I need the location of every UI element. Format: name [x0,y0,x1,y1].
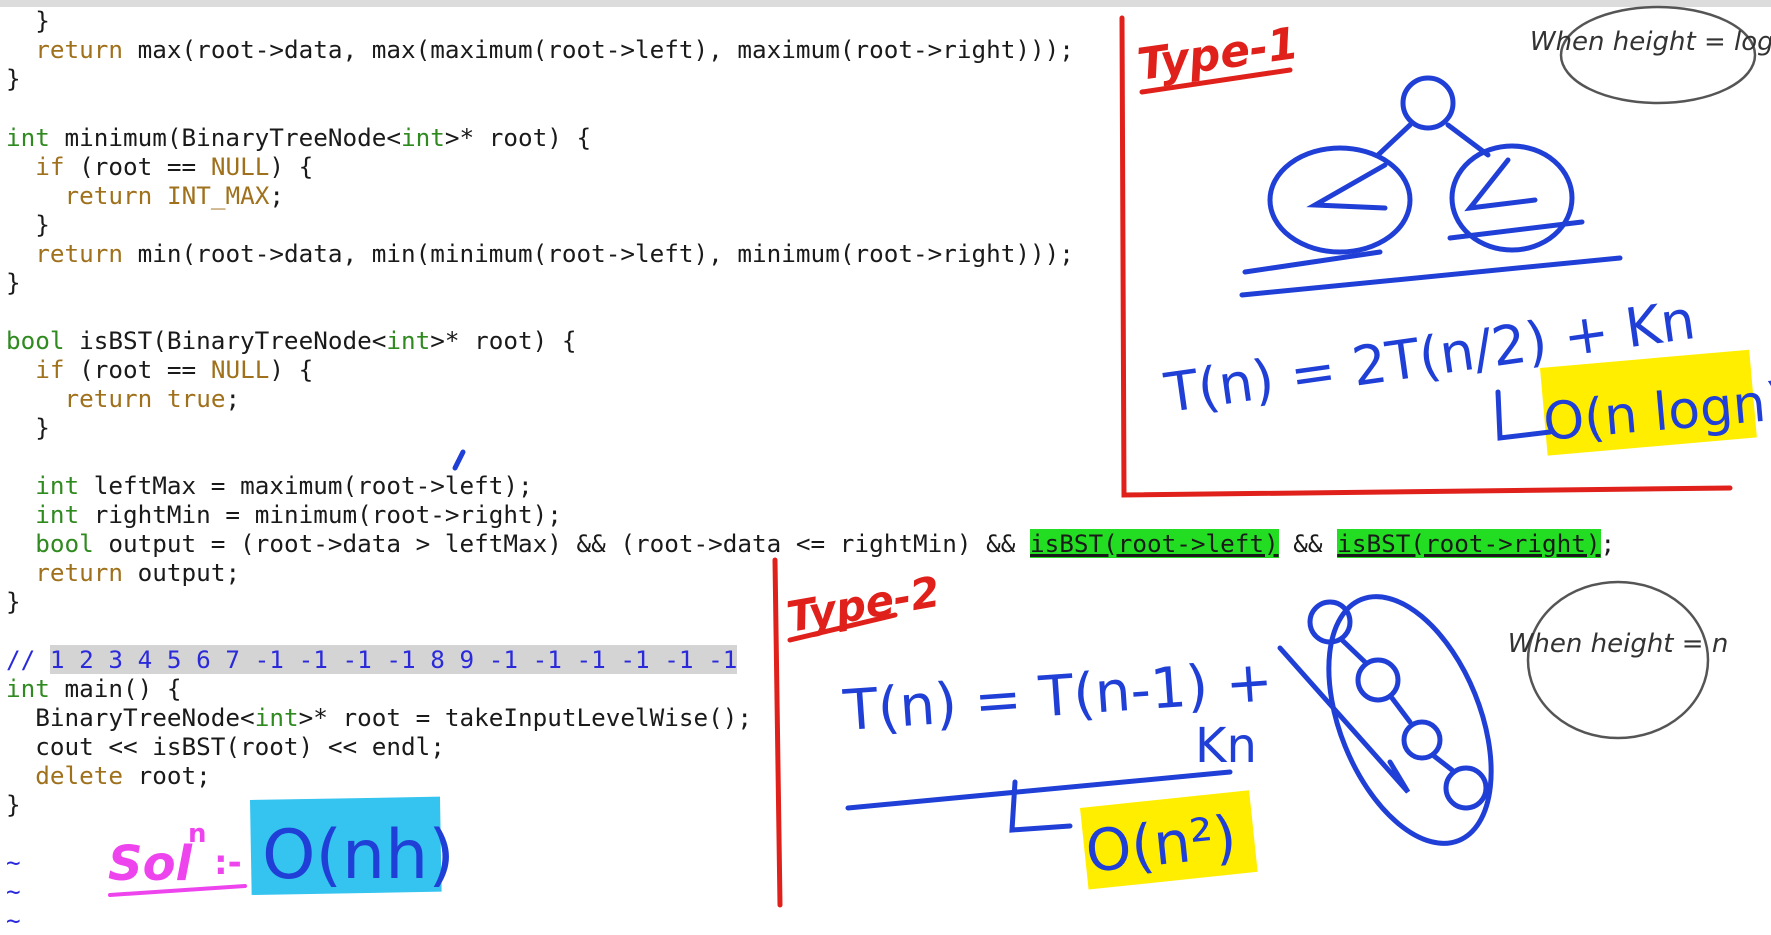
svg-text::-: :- [214,843,242,883]
svg-text:Type-2: Type-2 [783,567,943,642]
balanced-tree-sketch [1239,75,1623,298]
type2-result: O(n²) [1009,779,1258,890]
pen-tick-mark [452,449,466,471]
note-height-logn: When height = logn [1530,5,1771,105]
svg-text:n: n [188,819,207,849]
solution-note: Sol n :- O(nh) [108,796,455,897]
type2-recurrence: T(n) = T(n-1) + Kn [840,649,1275,811]
ink-annotation-layer: Type-1 When height = logn T(n) = 2T(n/2)… [108,5,1771,908]
svg-text:When height = n: When height = n [1508,629,1729,659]
type2-divider [772,557,783,908]
svg-text:O(nh): O(nh) [262,816,455,895]
skewed-tree-sketch [1277,594,1494,846]
type1-label: Type-1 [1134,18,1302,95]
type2-label: Type-2 [783,567,944,643]
svg-text:Sol: Sol [108,836,193,892]
svg-text:When height = logn: When height = logn [1530,27,1771,57]
svg-text:Kn: Kn [1195,718,1257,774]
note-height-n: When height = n [1508,580,1729,740]
